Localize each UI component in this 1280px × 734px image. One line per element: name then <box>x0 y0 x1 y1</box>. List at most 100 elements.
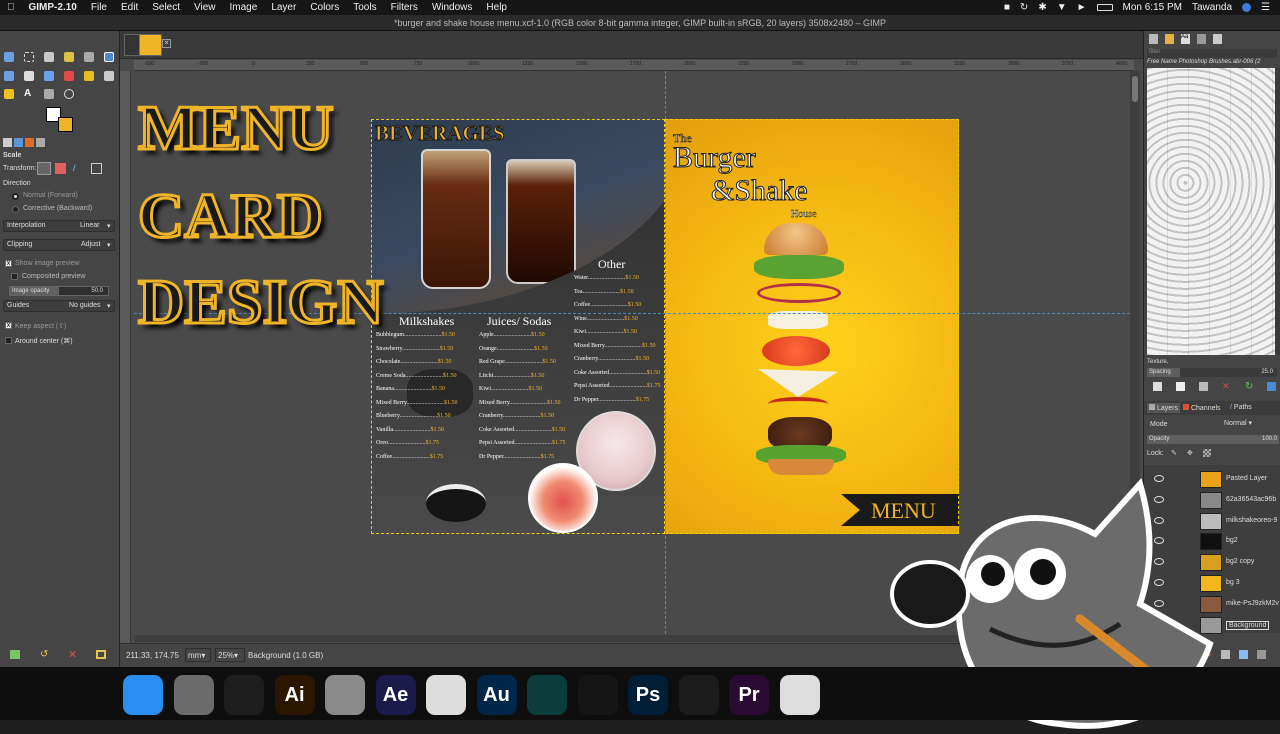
composited-preview-label[interactable]: Composited preview <box>22 273 85 280</box>
transform-path-button[interactable]: / <box>73 163 84 174</box>
dock-illustrator-icon[interactable]: Ai <box>274 675 315 715</box>
reset-icon[interactable] <box>96 650 106 659</box>
images-tab-icon[interactable] <box>36 138 45 147</box>
brush-filter-input[interactable]: filter <box>1147 49 1277 58</box>
background-color-swatch[interactable] <box>58 117 73 132</box>
menu-help[interactable]: Help <box>479 2 514 13</box>
battery-icon[interactable] <box>1096 4 1113 11</box>
transform-layer-button[interactable] <box>37 162 51 175</box>
apple-icon[interactable]:  <box>0 2 22 13</box>
opacity-slider[interactable]: Opacity 100.0 <box>1147 435 1279 444</box>
menu-edit[interactable]: Edit <box>114 2 145 13</box>
spacing-slider[interactable]: Spacing 25.0 <box>1147 368 1277 377</box>
open-brush-icon[interactable] <box>1267 382 1276 391</box>
image-opacity-slider[interactable]: Image opacity 50.0 <box>9 286 109 296</box>
scrollbar-thumb[interactable] <box>1132 76 1138 102</box>
bucket-fill-tool-icon[interactable] <box>64 71 74 81</box>
interpolation-combo[interactable]: Interpolation Linear ▾ <box>3 220 115 232</box>
path-tool-icon[interactable] <box>84 52 94 62</box>
dock-finder-icon[interactable] <box>123 675 163 715</box>
dock-android-icon[interactable] <box>678 675 719 715</box>
dock-photoshop-icon[interactable]: Ps <box>628 675 668 715</box>
device-status-tab-icon[interactable] <box>14 138 23 147</box>
brushes-tab-icon[interactable] <box>1149 34 1158 44</box>
brushes-scrollbar[interactable] <box>1275 68 1280 355</box>
close-tab-icon[interactable]: ✕ <box>162 39 171 48</box>
patterns-tab-icon[interactable] <box>1165 34 1174 44</box>
horizontal-ruler[interactable]: -500 -250 0 250 500 750 1000 1250 1500 1750 2000 22… <box>134 60 1134 71</box>
avatar-icon[interactable] <box>1242 3 1252 12</box>
delete-preset-icon[interactable]: ✕ <box>68 648 77 661</box>
show-preview-label[interactable]: Show image preview <box>15 260 80 267</box>
clipping-combo[interactable]: Clipping Adjust ▾ <box>3 239 115 251</box>
text-tool-icon[interactable]: A <box>24 89 34 99</box>
volume-icon[interactable]: ► <box>1077 2 1087 13</box>
menu-filters[interactable]: Filters <box>384 2 425 13</box>
transform-selection-button[interactable] <box>55 163 66 174</box>
lock-position-icon[interactable]: ✥ <box>1187 449 1193 457</box>
keep-aspect-checkbox[interactable]: x <box>5 322 12 329</box>
wifi-icon[interactable]: ▼ <box>1057 2 1067 13</box>
direction-corrective-label[interactable]: Corrective (Backward) <box>23 205 92 212</box>
tab-layers[interactable]: Layers <box>1147 403 1180 413</box>
brushes-grid[interactable] <box>1147 68 1275 355</box>
tab-paths[interactable]: / Paths <box>1230 404 1252 411</box>
tool-options-tab-icon[interactable] <box>3 138 12 147</box>
refresh-brushes-icon[interactable]: ↻ <box>1245 381 1253 392</box>
edit-brush-icon[interactable] <box>1153 382 1162 391</box>
direction-normal-label[interactable]: Normal (Forward) <box>23 192 78 199</box>
dock-filmora-icon[interactable] <box>527 675 567 715</box>
menu-layer[interactable]: Layer <box>264 2 303 13</box>
duplicate-brush-icon[interactable] <box>1199 382 1208 391</box>
paint-tool-icon[interactable] <box>84 71 94 81</box>
dock-after-effects-icon[interactable]: Ae <box>375 675 416 715</box>
eyedropper-tool-icon[interactable] <box>44 89 54 99</box>
menu-view[interactable]: View <box>187 2 223 13</box>
dock-system-preferences-icon[interactable] <box>325 675 365 715</box>
delete-brush-icon[interactable]: ✕ <box>1222 381 1230 392</box>
zoom-tool-icon[interactable] <box>64 89 74 99</box>
image-tab-thumbnail[interactable] <box>124 34 162 56</box>
bluetooth-icon[interactable]: ✱ <box>1038 2 1046 13</box>
transform-image-button[interactable] <box>91 163 102 174</box>
lasso-tool-icon[interactable] <box>44 52 54 62</box>
dock-screenshot-icon[interactable] <box>426 675 466 715</box>
mode-combo[interactable]: Normal ▾ <box>1224 419 1264 430</box>
menu-file[interactable]: File <box>84 2 114 13</box>
show-preview-checkbox[interactable]: x <box>5 260 12 267</box>
around-center-label[interactable]: Around center (⌘) <box>15 337 73 345</box>
lock-alpha-icon[interactable] <box>1203 449 1211 457</box>
new-brush-icon[interactable] <box>1176 382 1185 391</box>
app-menu[interactable]: GIMP-2.10 <box>22 2 84 13</box>
menu-select[interactable]: Select <box>145 2 187 13</box>
lock-pixels-icon[interactable]: ✎ <box>1171 449 1177 457</box>
dock-vlc-icon[interactable] <box>577 675 618 715</box>
move-tool-icon[interactable] <box>4 52 14 62</box>
user-name[interactable]: Tawanda <box>1192 2 1232 13</box>
document-tab-icon[interactable] <box>1213 34 1222 44</box>
crop-tool-icon[interactable] <box>4 71 14 81</box>
clock[interactable]: Mon 6:15 PM <box>1123 2 1182 13</box>
text-warp-icon[interactable] <box>44 71 54 81</box>
mask-layer-icon[interactable] <box>1257 650 1266 659</box>
warp-tool-icon[interactable] <box>24 71 34 81</box>
scale-tool-icon[interactable] <box>104 52 114 62</box>
guides-combo[interactable]: Guides No guides ▾ <box>3 300 115 312</box>
unit-selector[interactable]: mm▾ <box>185 648 211 662</box>
menu-windows[interactable]: Windows <box>425 2 480 13</box>
dock-video-player-icon[interactable] <box>779 675 820 715</box>
fonts-tab-icon[interactable]: Aa <box>1181 34 1190 44</box>
composited-preview-checkbox[interactable] <box>11 273 18 280</box>
restore-preset-icon[interactable]: ↺ <box>40 649 48 660</box>
tab-channels[interactable]: Channels <box>1183 404 1221 412</box>
camera-icon[interactable]: ■ <box>1004 2 1010 13</box>
undo-history-tab-icon[interactable] <box>25 138 34 147</box>
rect-select-tool-icon[interactable] <box>24 52 34 62</box>
smudge-tool-icon[interactable] <box>104 71 114 81</box>
direction-normal-radio[interactable] <box>12 193 19 200</box>
menu-colors[interactable]: Colors <box>303 2 346 13</box>
vertical-ruler[interactable] <box>120 71 131 651</box>
menu-tools[interactable]: Tools <box>346 2 383 13</box>
dock-launchpad-icon[interactable] <box>173 675 214 715</box>
dock-premiere-pro-icon[interactable]: Pr <box>729 675 769 715</box>
